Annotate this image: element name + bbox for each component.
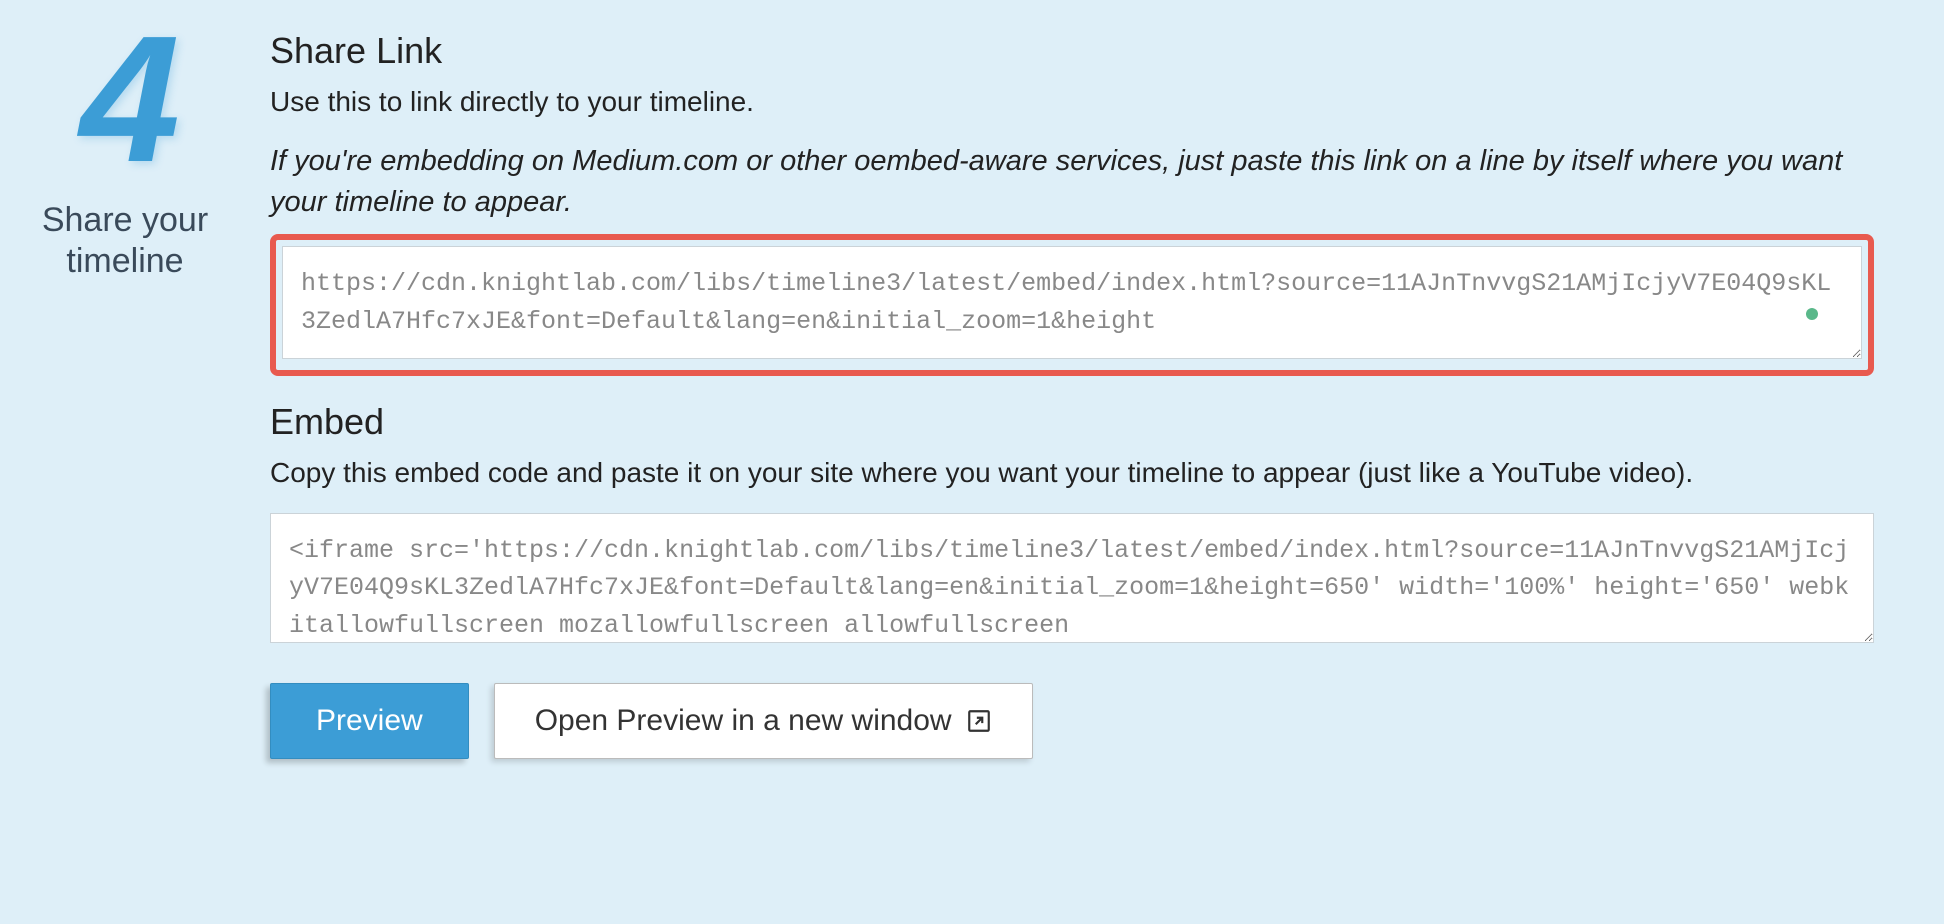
share-link-description: Use this to link directly to your timeli…: [270, 82, 1874, 121]
preview-button-label: Preview: [316, 704, 423, 738]
embed-heading: Embed: [270, 401, 1874, 443]
share-link-input[interactable]: [282, 246, 1862, 359]
share-link-highlight: [270, 234, 1874, 376]
external-link-icon: [966, 708, 992, 734]
step-number: 4: [10, 10, 240, 190]
share-link-note: If you're embedding on Medium.com or oth…: [270, 141, 1874, 222]
embed-description: Copy this embed code and paste it on you…: [270, 453, 1874, 492]
share-link-heading: Share Link: [270, 30, 1874, 72]
embed-code-input[interactable]: [270, 513, 1874, 643]
open-preview-button-label: Open Preview in a new window: [535, 704, 952, 738]
step-label: Share your timeline: [10, 200, 240, 282]
open-preview-new-window-button[interactable]: Open Preview in a new window: [494, 683, 1033, 759]
step-indicator: 4 Share your timeline: [10, 30, 240, 759]
preview-button[interactable]: Preview: [270, 683, 469, 759]
